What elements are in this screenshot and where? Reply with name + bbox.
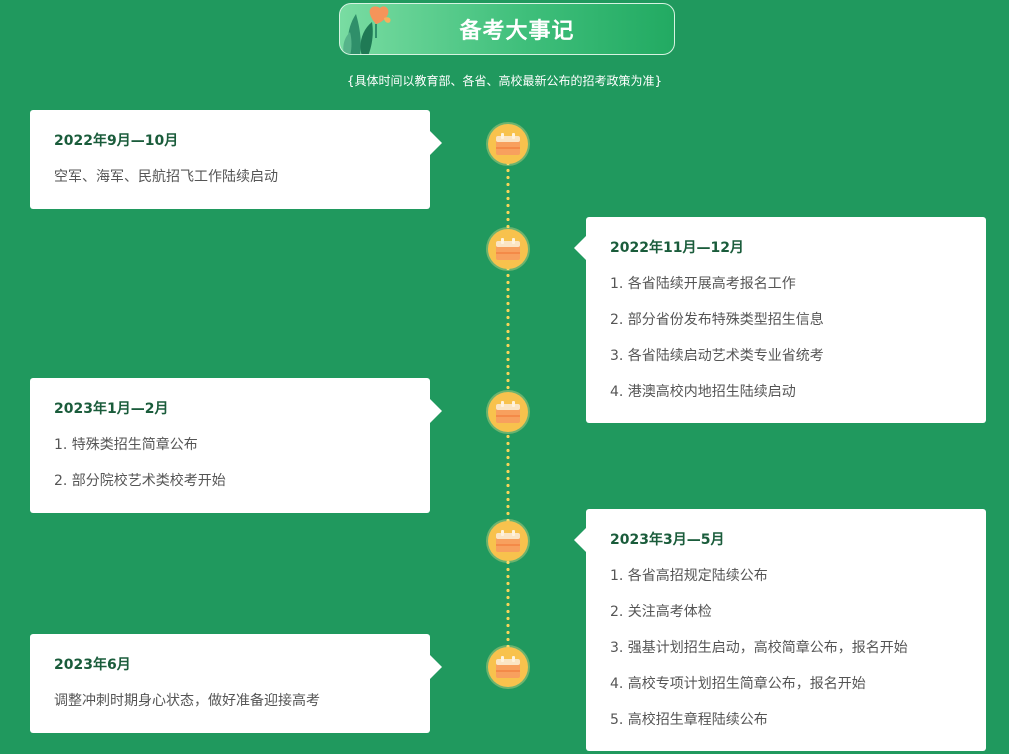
card-item: 空军、海军、民航招飞工作陆续启动 <box>54 169 278 185</box>
card-date: 2023年6月 <box>54 657 131 673</box>
calendar-icon <box>496 238 520 260</box>
card-item: 4. 高校专项计划招生简章公布，报名开始 <box>610 676 866 692</box>
timeline-node <box>488 124 528 164</box>
card-item: 2. 部分院校艺术类校考开始 <box>54 473 226 489</box>
card-item: 4. 港澳高校内地招生陆续启动 <box>610 384 796 400</box>
title-banner: 备考大事记 <box>339 3 675 55</box>
timeline-node <box>488 392 528 432</box>
timeline-card: 2023年1月—2月 1. 特殊类招生简章公布 2. 部分院校艺术类校考开始 <box>30 378 442 513</box>
timeline-card: 2022年11月—12月 1. 各省陆续开展高考报名工作 2. 部分省份发布特殊… <box>574 217 986 423</box>
card-item: 1. 特殊类招生简章公布 <box>54 437 198 453</box>
card-item: 1. 各省高招规定陆续公布 <box>610 568 768 584</box>
subtitle-note: {具体时间以教育部、各省、高校最新公布的招考政策为准} <box>346 74 663 88</box>
calendar-icon <box>496 401 520 423</box>
page-title: 备考大事记 <box>459 19 575 44</box>
card-item: 2. 关注高考体检 <box>610 604 712 620</box>
card-item: 5. 高校招生章程陆续公布 <box>610 712 768 728</box>
timeline-card: 2023年3月—5月 1. 各省高招规定陆续公布 2. 关注高考体检 3. 强基… <box>574 509 986 751</box>
card-date: 2022年11月—12月 <box>610 240 744 256</box>
calendar-icon <box>496 530 520 552</box>
timeline-card: 2022年9月—10月 空军、海军、民航招飞工作陆续启动 <box>30 110 442 209</box>
card-date: 2023年1月—2月 <box>54 401 169 417</box>
timeline-card: 2023年6月 调整冲刺时期身心状态，做好准备迎接高考 <box>30 634 442 733</box>
card-item: 1. 各省陆续开展高考报名工作 <box>610 276 796 292</box>
timeline-node <box>488 229 528 269</box>
card-item: 3. 各省陆续启动艺术类专业省统考 <box>610 348 824 364</box>
timeline-node <box>488 521 528 561</box>
card-date: 2023年3月—5月 <box>610 532 725 548</box>
card-date: 2022年9月—10月 <box>54 133 179 149</box>
card-item: 2. 部分省份发布特殊类型招生信息 <box>610 312 824 328</box>
calendar-icon <box>496 133 520 155</box>
card-item: 3. 强基计划招生启动，高校简章公布，报名开始 <box>610 640 908 656</box>
calendar-icon <box>496 656 520 678</box>
timeline-node <box>488 647 528 687</box>
card-item: 调整冲刺时期身心状态，做好准备迎接高考 <box>54 693 320 709</box>
